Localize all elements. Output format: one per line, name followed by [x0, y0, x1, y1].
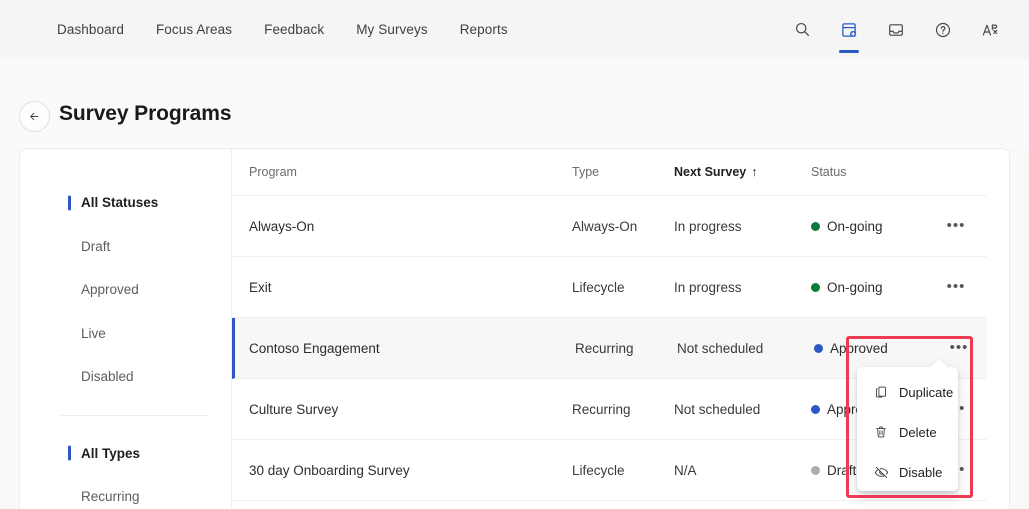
context-menu-label: Delete	[899, 424, 937, 440]
cell-program: 30 day Onboarding Survey	[249, 462, 410, 478]
filter-draft[interactable]: Draft	[20, 225, 231, 269]
more-options-icon: •••	[949, 339, 969, 356]
row-actions-button[interactable]: •••	[936, 217, 976, 234]
trash-icon	[873, 424, 889, 440]
translate-icon[interactable]	[975, 15, 1005, 45]
filter-label: Live	[81, 325, 106, 341]
filter-label: Draft	[81, 238, 111, 254]
nav-my-surveys[interactable]: My Surveys	[356, 22, 428, 37]
status-dot	[811, 404, 820, 414]
filter-label: Recurring	[81, 489, 140, 505]
nav-focus-areas[interactable]: Focus Areas	[156, 22, 232, 37]
back-button[interactable]	[19, 101, 50, 132]
status-dot	[814, 343, 823, 353]
filter-all-types[interactable]: All Types	[20, 432, 231, 476]
cell-type: Always-On	[572, 218, 638, 234]
column-header-next-survey-label: Next Survey	[674, 165, 747, 179]
context-menu-item-disable[interactable]: Disable	[857, 452, 958, 492]
cell-next-survey: In progress	[674, 279, 742, 295]
row-context-menu: Duplicate Delete Disable	[857, 367, 958, 491]
row-actions-button[interactable]: •••	[936, 278, 976, 295]
column-header-program[interactable]: Program	[232, 165, 572, 179]
top-navigation-bar: Dashboard Focus Areas Feedback My Survey…	[0, 0, 1029, 59]
cell-next-survey: Not scheduled	[674, 401, 761, 417]
filter-label: All Statuses	[81, 195, 159, 211]
cell-type: Lifecycle	[572, 462, 625, 478]
page-header: Survey Programs Search New Program	[0, 59, 1029, 193]
eye-off-icon	[873, 464, 889, 480]
status-label: On-going	[827, 218, 883, 234]
nav-links: Dashboard Focus Areas Feedback My Survey…	[57, 22, 508, 37]
help-icon[interactable]	[928, 15, 958, 45]
column-header-type[interactable]: Type	[572, 165, 674, 179]
cell-next-survey: N/A	[674, 462, 697, 478]
table-header-row: Program Type Next Survey ↑ Status	[232, 149, 987, 196]
cell-type: Recurring	[572, 401, 631, 417]
filter-approved[interactable]: Approved	[20, 268, 231, 312]
new-survey-icon[interactable]	[834, 15, 864, 53]
filter-recurring[interactable]: Recurring	[20, 475, 231, 509]
cell-program: Culture Survey	[249, 401, 339, 417]
status-label: Approved	[830, 340, 888, 356]
nav-icon-group	[787, 0, 1005, 59]
more-options-icon: •••	[946, 278, 966, 295]
page-title: Survey Programs	[59, 102, 232, 125]
row-actions-button-active[interactable]: •••	[939, 339, 979, 356]
more-options-icon: •••	[946, 217, 966, 234]
status-dot	[811, 221, 820, 231]
table-row[interactable]: Exit Lifecycle In progress On-going •••	[232, 257, 987, 318]
column-header-status[interactable]: Status	[811, 165, 936, 179]
filter-label: Approved	[81, 282, 139, 298]
cell-program: Contoso Engagement	[249, 340, 380, 356]
status-label: Draft	[827, 462, 857, 478]
cell-program: Exit	[249, 279, 272, 295]
nav-feedback[interactable]: Feedback	[264, 22, 324, 37]
cell-type: Lifecycle	[572, 279, 625, 295]
duplicate-icon	[873, 384, 889, 400]
cell-type: Recurring	[575, 340, 634, 356]
status-dot	[811, 282, 820, 292]
arrow-left-icon	[30, 112, 39, 121]
status-badge: Approved	[814, 341, 939, 356]
table-row[interactable]: Always-On Always-On In progress On-going…	[232, 196, 987, 257]
filter-divider	[61, 414, 209, 416]
sort-ascending-icon: ↑	[751, 165, 758, 179]
column-header-next-survey[interactable]: Next Survey ↑	[674, 165, 811, 179]
status-badge: On-going	[811, 219, 936, 234]
status-dot	[811, 465, 820, 475]
inbox-icon[interactable]	[881, 15, 911, 45]
filter-label: All Types	[81, 445, 141, 461]
context-menu-item-delete[interactable]: Delete	[857, 412, 958, 452]
nav-dashboard[interactable]: Dashboard	[57, 22, 124, 37]
cell-next-survey: In progress	[674, 218, 742, 234]
status-badge: On-going	[811, 280, 936, 295]
filter-disabled[interactable]: Disabled	[20, 355, 231, 399]
filter-all-statuses[interactable]: All Statuses	[20, 181, 231, 225]
context-menu-label: Disable	[899, 464, 943, 480]
context-menu-item-duplicate[interactable]: Duplicate	[857, 372, 958, 412]
cell-program: Always-On	[249, 218, 315, 234]
nav-reports[interactable]: Reports	[460, 22, 508, 37]
status-label: On-going	[827, 279, 883, 295]
cell-next-survey: Not scheduled	[677, 340, 764, 356]
filter-label: Disabled	[81, 369, 134, 385]
app-root: Dashboard Focus Areas Feedback My Survey…	[0, 0, 1029, 509]
filter-sidebar: All Statuses Draft Approved Live Disable…	[20, 149, 232, 509]
search-icon[interactable]	[787, 15, 817, 45]
filter-live[interactable]: Live	[20, 312, 231, 356]
context-menu-label: Duplicate	[899, 384, 954, 400]
